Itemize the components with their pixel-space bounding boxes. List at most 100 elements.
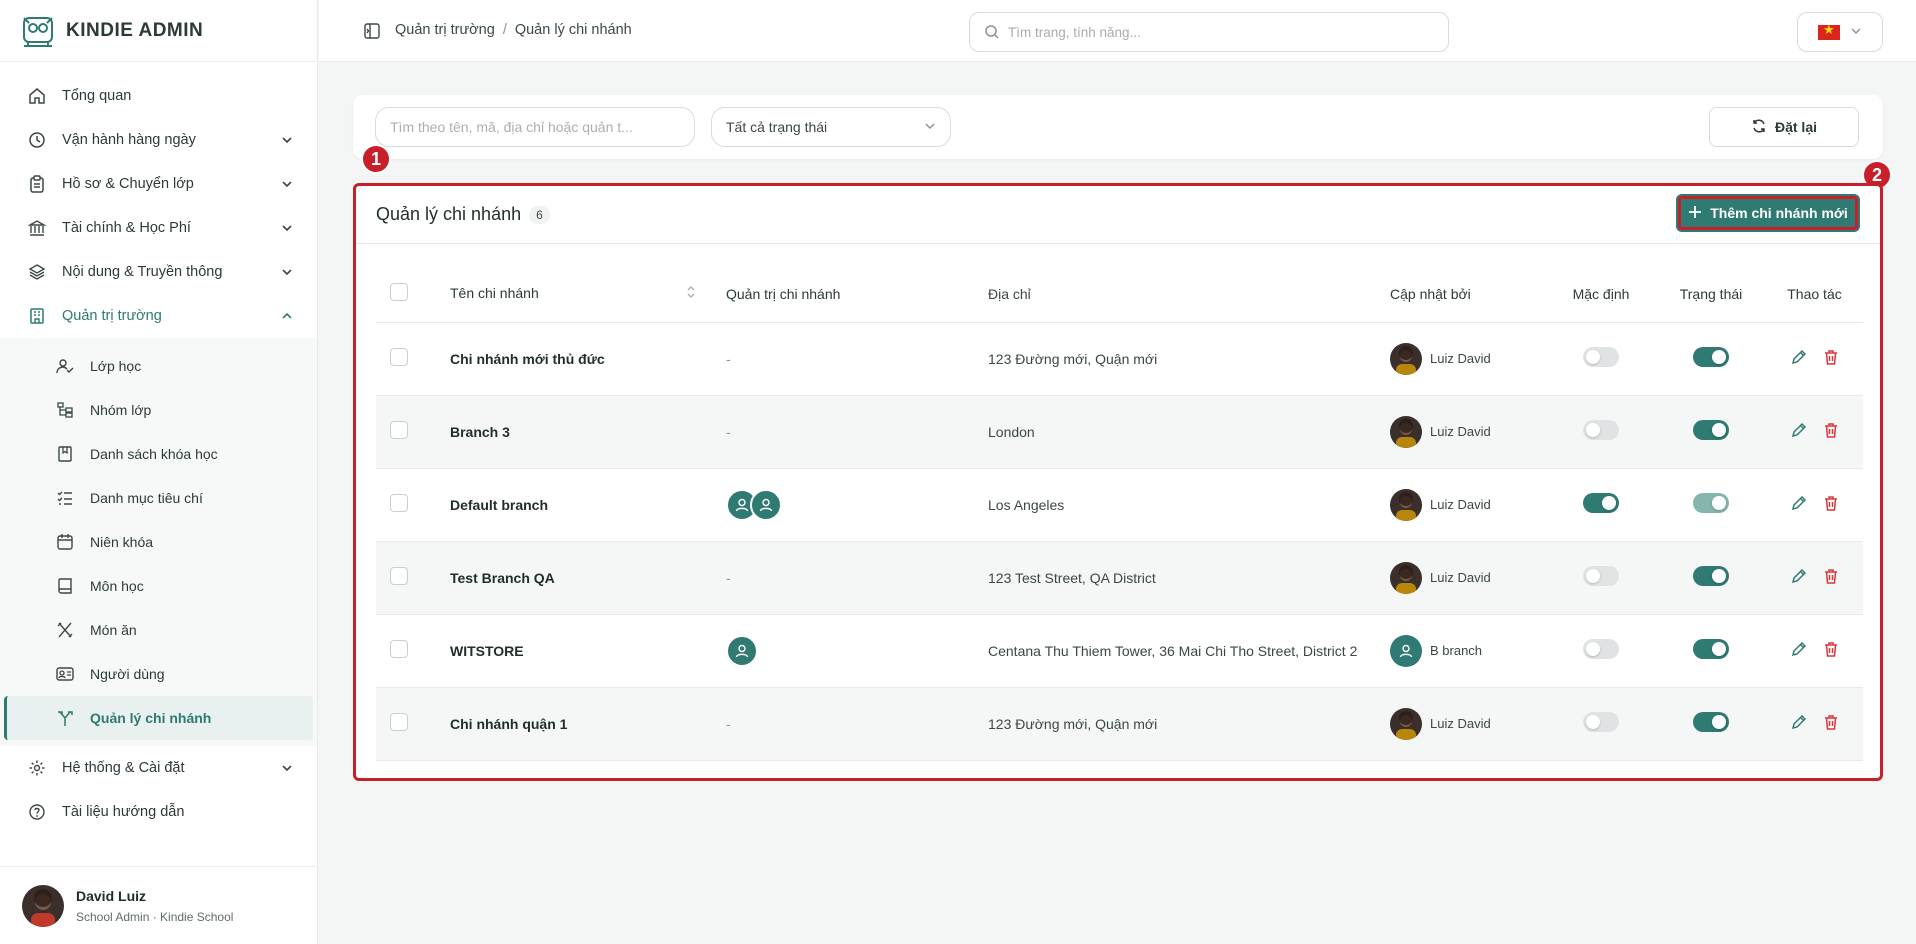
user-avatar-icon	[1390, 634, 1422, 667]
sidebar-item-finance[interactable]: Tài chính & Học Phí	[0, 206, 317, 250]
sidebar-toggle-icon[interactable]	[363, 22, 381, 40]
edit-icon[interactable]	[1790, 348, 1808, 369]
chevron-down-icon	[924, 119, 936, 135]
edit-icon[interactable]	[1790, 494, 1808, 515]
utensils-icon	[56, 621, 74, 639]
table-row[interactable]: Chi nhánh quận 1 - 123 Đường mới, Quận m…	[376, 687, 1863, 761]
status-filter-select[interactable]: Tất cả trạng thái	[711, 107, 951, 147]
sidebar-item-label: Nhóm lớp	[90, 402, 152, 418]
reset-button[interactable]: Đặt lại	[1709, 107, 1859, 147]
row-actions	[1790, 494, 1840, 515]
row-checkbox[interactable]	[390, 348, 408, 366]
user-avatar-icon	[750, 488, 782, 521]
table-row[interactable]: Test Branch QA - 123 Test Street, QA Dis…	[376, 541, 1863, 615]
row-actions	[1790, 567, 1840, 588]
default-toggle[interactable]	[1583, 420, 1619, 440]
default-toggle[interactable]	[1583, 493, 1619, 513]
add-branch-label: Thêm chi nhánh mới	[1710, 205, 1848, 221]
trash-icon[interactable]	[1822, 348, 1840, 369]
edit-icon[interactable]	[1790, 640, 1808, 661]
page-title: Quản lý chi nhánh	[376, 204, 522, 224]
updated-by-name: Luiz David	[1430, 497, 1491, 512]
sidebar-item-users[interactable]: Người dùng	[4, 652, 313, 696]
table-row[interactable]: Chi nhánh mới thủ đức - 123 Đường mới, Q…	[376, 322, 1863, 396]
sidebar-item-records[interactable]: Hồ sơ & Chuyển lớp	[0, 162, 317, 206]
sidebar-item-classes[interactable]: Lớp học	[4, 344, 313, 388]
trash-icon[interactable]	[1822, 567, 1840, 588]
status-toggle[interactable]	[1693, 639, 1729, 659]
brand[interactable]: KINDIE ADMIN	[0, 0, 317, 62]
default-toggle[interactable]	[1583, 712, 1619, 732]
clipboard-icon	[28, 175, 46, 193]
branch-name: Test Branch QA	[436, 541, 712, 615]
breadcrumb-separator: /	[502, 22, 507, 38]
sidebar-item-docs[interactable]: Tài liệu hướng dẫn	[0, 790, 317, 834]
user-profile[interactable]: David Luiz School Admin · Kindie School	[0, 866, 318, 944]
table-row[interactable]: Branch 3 - London Luiz David	[376, 395, 1863, 469]
row-checkbox[interactable]	[390, 567, 408, 585]
sidebar-item-meals[interactable]: Món ăn	[4, 608, 313, 652]
sidebar-item-school-year[interactable]: Niên khóa	[4, 520, 313, 564]
branch-admins[interactable]	[726, 488, 974, 521]
row-checkbox[interactable]	[390, 640, 408, 658]
default-toggle[interactable]	[1583, 639, 1619, 659]
select-all-checkbox[interactable]	[390, 283, 408, 302]
sidebar: KINDIE ADMIN Tổng quan Vận hành hàng ngà…	[0, 0, 318, 944]
user-avatar-icon	[726, 634, 758, 667]
breadcrumb-parent[interactable]: Quản trị trường	[395, 22, 495, 38]
sidebar-item-label: Danh sách khóa học	[90, 446, 218, 462]
status-toggle[interactable]	[1693, 712, 1729, 732]
trash-icon[interactable]	[1822, 640, 1840, 661]
sidebar-item-label: Môn học	[90, 578, 144, 594]
trash-icon[interactable]	[1822, 713, 1840, 734]
global-search[interactable]	[969, 12, 1449, 52]
branch-search[interactable]	[375, 107, 695, 147]
sidebar-item-criteria[interactable]: Danh mục tiêu chí	[4, 476, 313, 520]
row-checkbox[interactable]	[390, 713, 408, 731]
sidebar-item-label: Tổng quan	[62, 88, 132, 104]
status-filter-value: Tất cả trạng thái	[726, 119, 828, 135]
layers-icon	[28, 263, 46, 281]
clock-icon	[28, 131, 46, 149]
branch-admins[interactable]	[726, 634, 974, 667]
refresh-icon	[1751, 118, 1767, 137]
branch-search-input[interactable]	[390, 119, 680, 135]
edit-icon[interactable]	[1790, 421, 1808, 442]
default-toggle[interactable]	[1583, 566, 1619, 586]
row-checkbox[interactable]	[390, 494, 408, 512]
sidebar-item-label: Người dùng	[90, 666, 165, 682]
sidebar-item-courses[interactable]: Danh sách khóa học	[4, 432, 313, 476]
sidebar-item-school-admin[interactable]: Quản trị trường	[0, 294, 317, 338]
status-toggle[interactable]	[1693, 420, 1729, 440]
edit-icon[interactable]	[1790, 567, 1808, 588]
row-checkbox[interactable]	[390, 421, 408, 439]
edit-icon[interactable]	[1790, 713, 1808, 734]
empty-admin: -	[726, 423, 731, 440]
global-search-input[interactable]	[1008, 24, 1428, 40]
updated-by-name: Luiz David	[1430, 716, 1491, 731]
language-selector[interactable]	[1797, 12, 1883, 52]
table-row[interactable]: Default branch Los Angeles Luiz David	[376, 468, 1863, 542]
sidebar-nav: Tổng quan Vận hành hàng ngày Hồ sơ & Chu…	[0, 62, 317, 834]
sort-icon[interactable]	[686, 285, 696, 302]
sidebar-item-class-groups[interactable]: Nhóm lớp	[4, 388, 313, 432]
column-header-name[interactable]: Tên chi nhánh	[436, 266, 712, 323]
sidebar-item-subjects[interactable]: Môn học	[4, 564, 313, 608]
table-row[interactable]: WITSTORE Centana Thu Thiem Tower, 36 Mai…	[376, 614, 1863, 688]
status-toggle[interactable]	[1693, 347, 1729, 367]
add-branch-button[interactable]: Thêm chi nhánh mới	[1678, 196, 1858, 230]
sidebar-item-settings[interactable]: Hệ thống & Cài đặt	[0, 746, 317, 790]
chevron-down-icon	[281, 266, 293, 278]
sidebar-item-daily-ops[interactable]: Vận hành hàng ngày	[0, 118, 317, 162]
sidebar-item-overview[interactable]: Tổng quan	[0, 74, 317, 118]
status-toggle[interactable]	[1693, 493, 1729, 513]
sidebar-item-content[interactable]: Nội dung & Truyền thông	[0, 250, 317, 294]
default-toggle[interactable]	[1583, 347, 1619, 367]
avatar	[1390, 561, 1422, 594]
trash-icon[interactable]	[1822, 494, 1840, 515]
status-toggle[interactable]	[1693, 566, 1729, 586]
calendar-icon	[56, 533, 74, 551]
trash-icon[interactable]	[1822, 421, 1840, 442]
branch-name: Default branch	[436, 468, 712, 542]
sidebar-item-branch-management[interactable]: Quản lý chi nhánh	[4, 696, 313, 740]
